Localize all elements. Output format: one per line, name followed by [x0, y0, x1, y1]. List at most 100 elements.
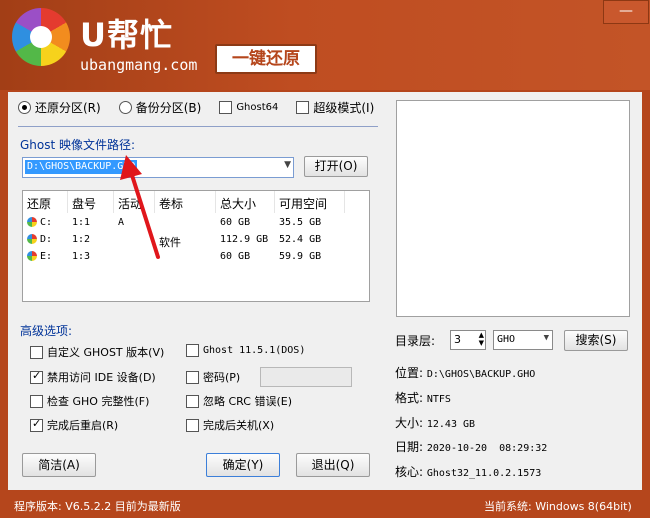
disable-ide-label: 禁用访问 IDE 设备(D) [47, 371, 156, 384]
simple-button[interactable]: 简洁(A) [22, 453, 96, 477]
total-size: 60 GB [220, 217, 251, 228]
ignore-crc-label: 忽略 CRC 错误(E) [203, 395, 292, 408]
location-value: D:\GHOS\BACKUP.GHO [426, 369, 536, 380]
table-header: 还原 盘号 活动 卷标 总大小 可用空间 [23, 191, 369, 213]
reboot-after-option[interactable]: 完成后重启(R) [30, 417, 118, 433]
ghost-path-combobox[interactable]: D:\GHOS\BACKUP.GHO ▼ [22, 157, 294, 178]
ext-select[interactable]: GHO ▼ [493, 330, 553, 350]
ghost64-label: Ghost64 [236, 102, 279, 113]
date-value: 2020-10-20 08:29:32 [426, 443, 548, 454]
super-mode-checkbox[interactable] [296, 101, 310, 114]
divider [18, 126, 378, 127]
disable-ide-option[interactable]: 禁用访问 IDE 设备(D) [30, 369, 156, 385]
ignore-crc-checkbox[interactable] [186, 394, 199, 408]
format-row: 格式: NTFS [395, 389, 451, 406]
ghost64-checkbox-option[interactable]: Ghost64 [219, 101, 278, 114]
shutdown-after-checkbox[interactable] [186, 418, 199, 432]
free-space: 35.5 GB [279, 217, 322, 228]
restore-radio[interactable] [18, 101, 31, 114]
partition-table[interactable]: 还原 盘号 活动 卷标 总大小 可用空间 C: 1:1 A 60 GB 35.5… [22, 190, 370, 302]
system-text: 当前系统: Windows 8(64bit) [484, 500, 632, 513]
drive-letter: C: [40, 217, 53, 228]
super-mode-checkbox-option[interactable]: 超级模式(I) [296, 99, 374, 116]
password-label: 密码(P) [203, 371, 241, 384]
version-text: 程序版本: V6.5.2.2 目前为最新版 [14, 500, 181, 513]
exit-button[interactable]: 退出(Q) [296, 453, 370, 477]
shutdown-after-label: 完成后关机(X) [203, 419, 275, 432]
backup-radio-label: 备份分区(B) [135, 101, 202, 115]
advanced-options-title: 高级选项: [20, 324, 73, 338]
minimize-button[interactable]: — [603, 0, 649, 24]
ghost-path-value: D:\GHOS\BACKUP.GHO [25, 160, 138, 174]
ghost64-checkbox[interactable] [219, 101, 233, 114]
backup-radio-option[interactable]: 备份分区(B) [118, 99, 202, 116]
volume-label [155, 215, 216, 232]
location-row: 位置: D:\GHOS\BACKUP.GHO [395, 364, 535, 381]
volume-label: 软件 [159, 236, 181, 249]
restore-radio-option[interactable]: 还原分区(R) [18, 99, 101, 116]
spin-arrows-icon[interactable]: ▲ ▼ [479, 331, 484, 347]
disk-icon [27, 251, 37, 261]
backup-radio[interactable] [118, 101, 132, 114]
check-gho-option[interactable]: 检查 GHO 完整性(F) [30, 393, 149, 409]
password-input[interactable] [260, 367, 352, 387]
ghost-version-label: Ghost 11.5.1(DOS) [203, 345, 306, 356]
password-checkbox[interactable] [186, 370, 199, 384]
status-bar: 程序版本: V6.5.2.2 目前为最新版 当前系统: Windows 8(64… [0, 490, 650, 518]
disk-number: 1:2 [72, 234, 91, 245]
super-mode-label: 超级模式(I) [313, 101, 375, 115]
custom-ghost-checkbox[interactable] [30, 345, 43, 359]
col-active[interactable]: 活动 [114, 191, 155, 213]
ignore-crc-option[interactable]: 忽略 CRC 错误(E) [186, 393, 292, 409]
active-flag: A [118, 217, 125, 228]
chevron-down-icon[interactable]: ▼ [284, 160, 291, 170]
format-value: NTFS [426, 394, 451, 405]
table-row[interactable]: C: 1:1 A 60 GB 35.5 GB [23, 215, 369, 232]
col-total[interactable]: 总大小 [216, 191, 275, 213]
shutdown-after-option[interactable]: 完成后关机(X) [186, 417, 274, 433]
reboot-after-checkbox[interactable] [30, 417, 43, 432]
open-button[interactable]: 打开(O) [304, 156, 368, 177]
restore-radio-label: 还原分区(R) [35, 101, 101, 115]
table-row[interactable]: E: 1:3 60 GB 59.9 GB [23, 249, 369, 266]
custom-ghost-option[interactable]: 自定义 GHOST 版本(V) [30, 344, 164, 360]
password-option[interactable]: 密码(P) [186, 369, 240, 385]
search-button[interactable]: 搜索(S) [564, 330, 628, 351]
core-value: Ghost32_11.0.2.1573 [426, 468, 542, 479]
brand-name: U帮忙 [80, 16, 173, 54]
volume-label [155, 249, 216, 266]
active-flag [114, 232, 155, 249]
dir-level-value: 3 [454, 333, 461, 346]
col-restore[interactable]: 还原 [23, 191, 68, 213]
format-label: 格式: [395, 391, 424, 405]
drive-letter: E: [40, 251, 53, 262]
chevron-down-icon[interactable]: ▼ [544, 333, 549, 343]
disk-number: 1:1 [72, 217, 91, 228]
ghost-path-label: Ghost 映像文件路径: [20, 138, 136, 152]
disk-icon [27, 234, 37, 244]
ghost-version-option[interactable]: Ghost 11.5.1(DOS) [186, 344, 305, 357]
size-row: 大小: 12.43 GB [395, 414, 475, 431]
date-label: 日期: [395, 440, 424, 454]
ok-button[interactable]: 确定(Y) [206, 453, 280, 477]
table-row[interactable]: D: 1:2 软件 112.9 GB 52.4 GB [23, 232, 369, 249]
disk-number: 1:3 [72, 251, 91, 262]
col-disk[interactable]: 盘号 [68, 191, 114, 213]
title-bar: U帮忙 ubangmang.com 一键还原 — [0, 0, 650, 90]
total-size: 60 GB [220, 251, 251, 262]
check-gho-checkbox[interactable] [30, 394, 43, 408]
dir-level-label: 目录层: [395, 334, 436, 348]
preview-panel [396, 100, 630, 317]
disable-ide-checkbox[interactable] [30, 369, 43, 384]
col-free[interactable]: 可用空间 [275, 191, 345, 213]
ghost-version-checkbox[interactable] [186, 344, 199, 357]
col-volume[interactable]: 卷标 [155, 191, 216, 213]
disk-icon [27, 217, 37, 227]
free-space: 59.9 GB [279, 251, 322, 262]
active-flag [114, 249, 155, 266]
dir-level-spinner[interactable]: 3 ▲ ▼ [450, 330, 486, 350]
ext-value: GHO [497, 334, 516, 345]
ubangmang-logo-icon [12, 8, 70, 66]
drive-letter: D: [40, 234, 53, 245]
mode-row: 还原分区(R) 备份分区(B) Ghost64 超级模式(I) [18, 99, 388, 116]
